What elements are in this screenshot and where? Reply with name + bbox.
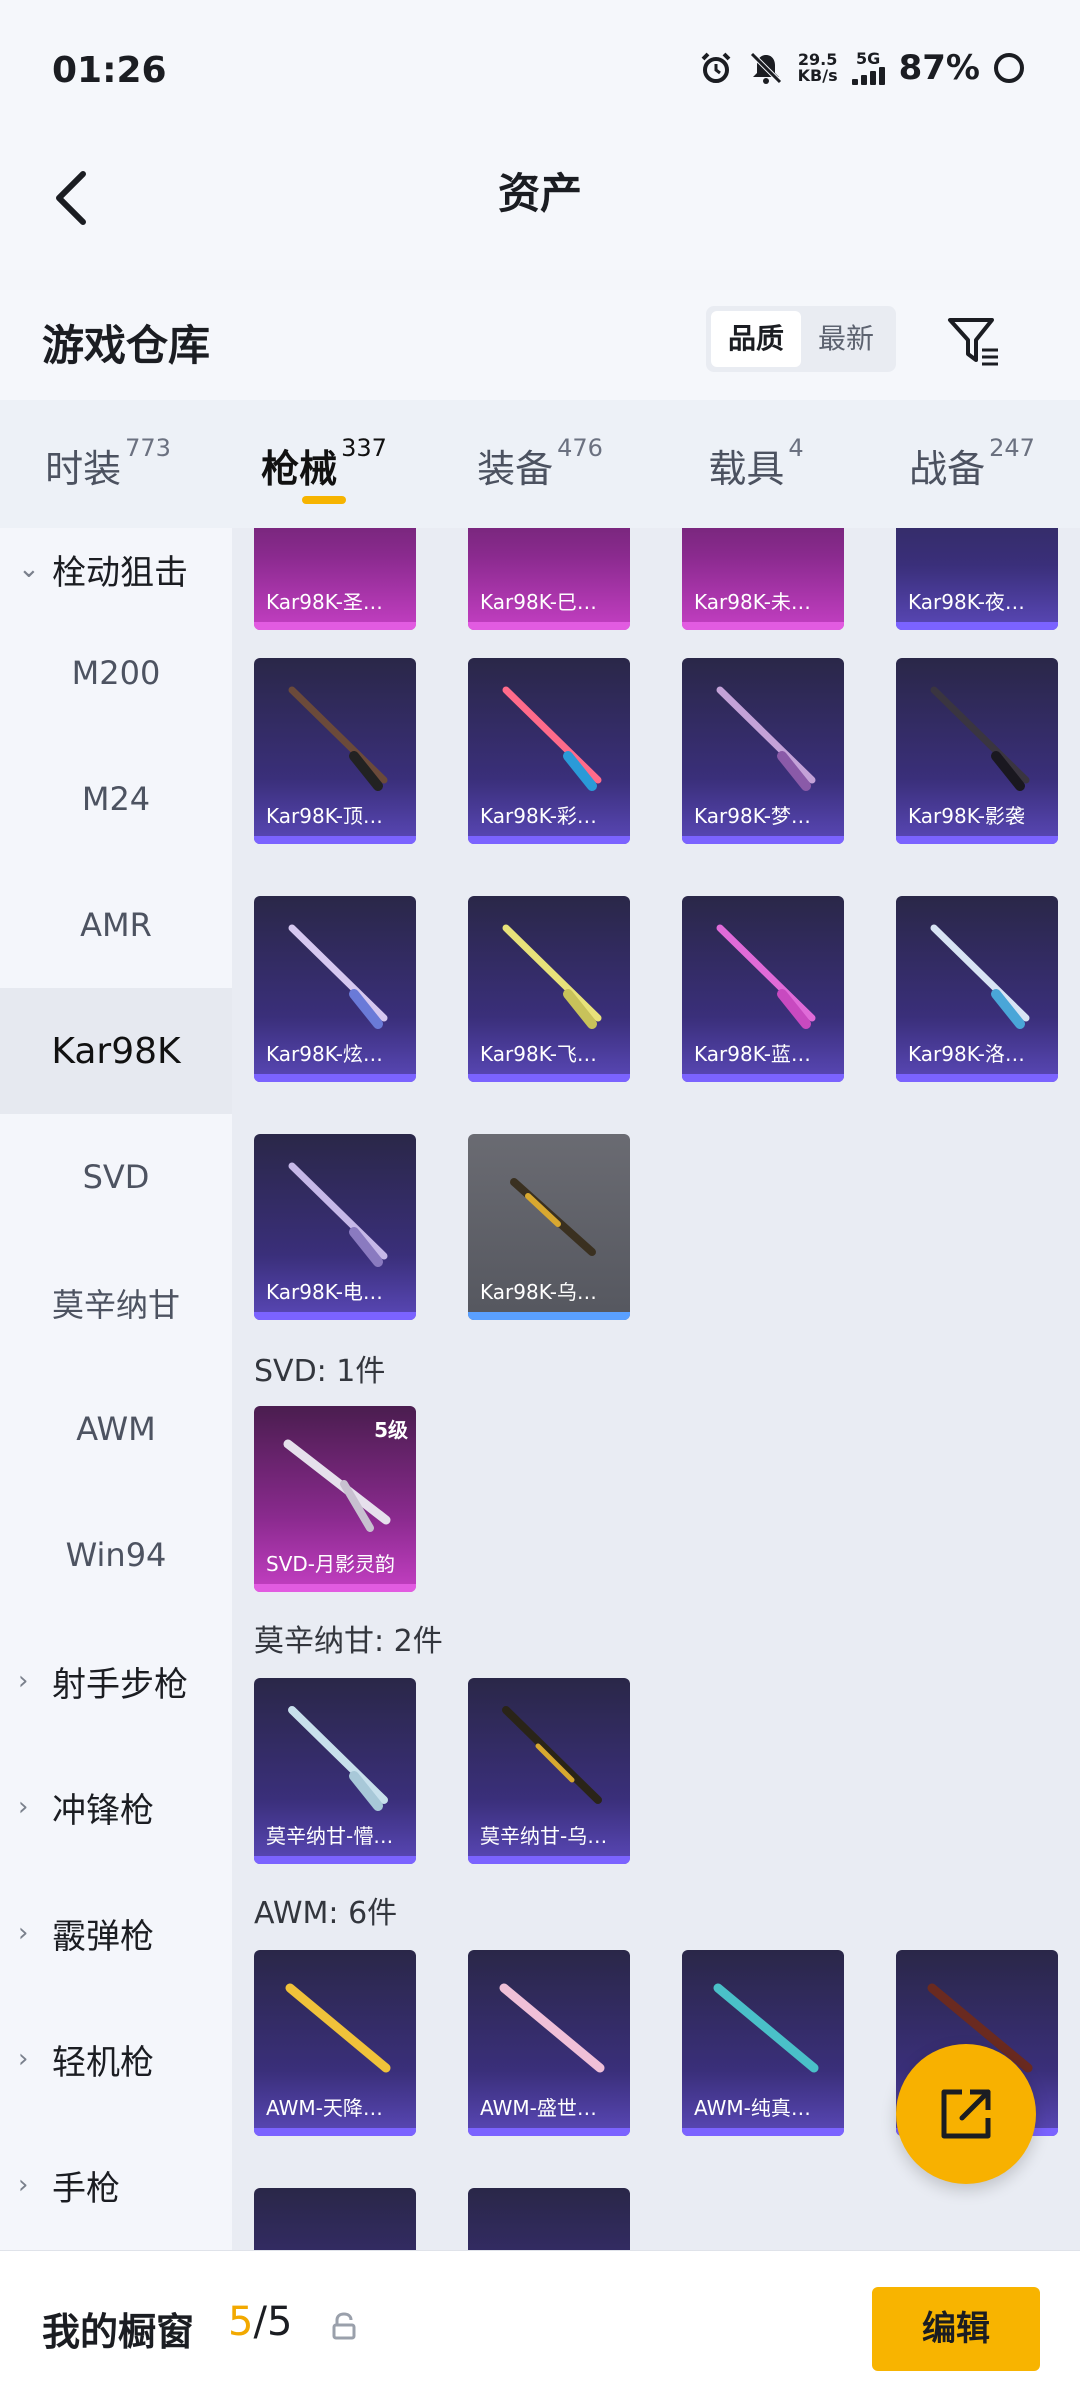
rifle-icon (285, 1983, 391, 2073)
weapon-card[interactable]: 5级 SVD-月影灵韵 (254, 1406, 416, 1592)
sidebar-group-lmg[interactable]: › 轻机枪 (0, 1996, 232, 2122)
weapon-card[interactable]: Kar98K-未… (682, 528, 844, 630)
chevron-right-icon: › (18, 1918, 29, 1948)
chevron-right-icon: › (18, 1792, 29, 1822)
tab-supplies[interactable]: 战备 247 (864, 400, 1080, 528)
battery-percent: 87% (898, 48, 980, 88)
weapon-card[interactable]: Kar98K-影袭 (896, 658, 1058, 844)
status-icons: 29.5 KB/s 5G 87% (698, 48, 1024, 88)
warehouse-title: 游戏仓库 (42, 321, 211, 370)
weapon-card[interactable]: 莫辛纳甘-乌… (468, 1678, 630, 1864)
sidebar-item-kar98k[interactable]: Kar98K (0, 988, 232, 1114)
rifle-icon (930, 686, 1030, 791)
chevron-right-icon: › (18, 1666, 29, 1696)
sidebar-group-shotgun[interactable]: › 霰弹枪 (0, 1870, 232, 1996)
edit-button[interactable]: 编辑 (872, 2287, 1040, 2371)
weapon-card[interactable]: Kar98K-飞… (468, 896, 630, 1082)
section-title-mosin: 莫辛纳甘: 2件 (254, 1624, 443, 1659)
rifle-icon (288, 1162, 388, 1267)
sidebar-item-m24[interactable]: M24 (0, 736, 232, 862)
external-link-icon (941, 2089, 991, 2139)
section-title-svd: SVD: 1件 (254, 1354, 386, 1389)
sort-quality-option[interactable]: 品质 (711, 311, 801, 367)
sidebar-item-m200[interactable]: M200 (0, 610, 232, 736)
weapon-card[interactable]: Kar98K-圣… (254, 528, 416, 630)
filter-button[interactable] (944, 310, 1004, 370)
showcase-title: 我的橱窗 (42, 2310, 195, 2354)
rifle-icon (288, 1706, 388, 1811)
weapon-card[interactable]: Kar98K-炫… (254, 896, 416, 1082)
weapon-card[interactable]: Kar98K-洛… (896, 896, 1058, 1082)
weapon-card[interactable]: Kar98K-顶… (254, 658, 416, 844)
rifle-icon (510, 1178, 596, 1256)
weapon-card[interactable]: 莫辛纳甘-懵… (254, 1678, 416, 1864)
weapon-card[interactable]: Kar98K-蓝… (682, 896, 844, 1082)
chevron-right-icon: › (18, 2044, 29, 2074)
rifle-icon (713, 1983, 819, 2073)
lock-icon (332, 2312, 356, 2340)
network-indicator: 5G (851, 51, 885, 85)
rifle-icon (502, 1706, 602, 1804)
chevron-right-icon: › (18, 2170, 29, 2200)
weapon-card[interactable]: Kar98K-夜… (896, 528, 1058, 630)
net-speed: 29.5 KB/s (797, 50, 838, 85)
weapon-category-sidebar: ⌄ 栓动狙击 M200 M24 AMR Kar98K SVD 莫辛纳甘 AWM … (0, 528, 232, 2250)
rifle-icon (930, 924, 1030, 1029)
rifle-icon (499, 1983, 605, 2073)
signal-icon (851, 67, 885, 85)
weapon-card[interactable]: Kar98K-彩… (468, 658, 630, 844)
active-tab-indicator (302, 496, 346, 504)
weapon-card[interactable]: Kar98K-巳… (468, 528, 630, 630)
sidebar-item-mosin[interactable]: 莫辛纳甘 (0, 1240, 232, 1366)
app-header: 资产 (0, 140, 1080, 270)
warehouse-header: 游戏仓库 品质 最新 (0, 290, 1080, 400)
page-title: 资产 (497, 169, 582, 218)
tab-equipment[interactable]: 装备 476 (432, 400, 648, 528)
status-time: 01:26 (52, 50, 167, 91)
section-title-awm: AWM: 6件 (254, 1896, 398, 1931)
weapon-card[interactable]: AWM-天降… (254, 1950, 416, 2136)
tab-fashion[interactable]: 时装 773 (0, 400, 216, 528)
sort-newest-option[interactable]: 最新 (801, 311, 891, 367)
sidebar-item-svd[interactable]: SVD (0, 1114, 232, 1240)
tab-firearms[interactable]: 枪械 337 (216, 400, 432, 528)
sidebar-group-bolt-action[interactable]: ⌄ 栓动狙击 (0, 528, 232, 610)
battery-icon (994, 53, 1024, 83)
tab-vehicles[interactable]: 载具 4 (648, 400, 864, 528)
weapon-card[interactable]: Kar98K-梦… (682, 658, 844, 844)
alarm-icon (701, 52, 731, 83)
rifle-icon (288, 686, 388, 791)
rifle-icon (288, 924, 388, 1029)
share-fab[interactable] (896, 2044, 1036, 2184)
sidebar-item-awm[interactable]: AWM (0, 1366, 232, 1492)
weapon-card[interactable]: AWM-盛世… (468, 1950, 630, 2136)
rifle-icon (716, 686, 816, 791)
sidebar-item-win94[interactable]: Win94 (0, 1492, 232, 1618)
sidebar-group-pistol[interactable]: › 手枪 (0, 2122, 232, 2248)
weapon-card[interactable] (468, 2188, 630, 2250)
showcase-bar: 我的橱窗 5/5 编辑 (0, 2250, 1080, 2400)
sort-toggle: 品质 最新 (706, 306, 896, 372)
weapon-grid: Kar98K-圣… Kar98K-巳… Kar98K-未… Kar98K-夜… … (232, 528, 1080, 2250)
rifle-icon (716, 924, 816, 1029)
weapon-card[interactable]: AWM-纯真… (682, 1950, 844, 2136)
weapon-card[interactable]: Kar98K-电… (254, 1134, 416, 1320)
rifle-icon (283, 1439, 391, 1532)
weapon-card[interactable] (254, 2188, 416, 2250)
rifle-icon (502, 924, 602, 1029)
category-tabs: 时装 773 枪械 337 装备 476 载具 4 战备 247 (0, 400, 1080, 528)
mute-icon (749, 52, 782, 84)
status-bar: 01:26 29.5 KB/s 5G 87% (0, 0, 1080, 140)
chevron-down-icon: ⌄ (18, 554, 40, 584)
weapon-card[interactable]: Kar98K-乌… (468, 1134, 630, 1320)
showcase-count: 5/5 (228, 2299, 293, 2345)
sidebar-group-marksman[interactable]: › 射手步枪 (0, 1618, 232, 1744)
filter-icon (948, 318, 998, 366)
rifle-icon (502, 686, 602, 791)
sidebar-group-smg[interactable]: › 冲锋枪 (0, 1744, 232, 1870)
sidebar-item-amr[interactable]: AMR (0, 862, 232, 988)
